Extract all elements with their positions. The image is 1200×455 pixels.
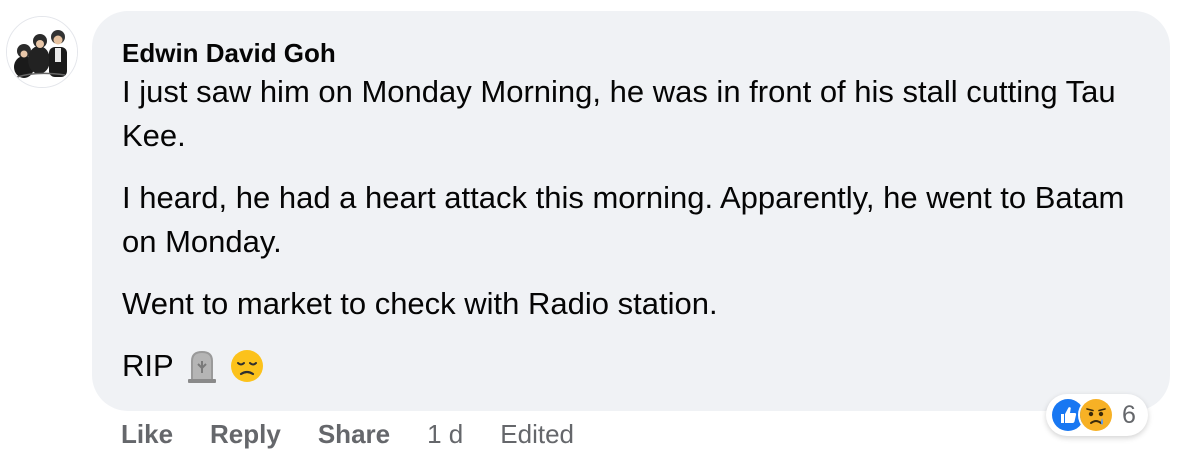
disappointed-face-emoji [230,349,264,383]
rip-text: RIP [122,348,174,383]
comment-body: I just saw him on Monday Morning, he was… [122,70,1140,388]
comment-paragraph: I just saw him on Monday Morning, he was… [122,74,1116,153]
sad-reaction-icon [1078,397,1114,433]
comment-paragraph: I heard, he had a heart attack this morn… [122,180,1125,259]
comment-paragraph-rip: RIP [122,344,1140,388]
comment-paragraph: Went to market to check with Radio stati… [122,286,718,321]
reaction-count: 6 [1122,400,1136,429]
comment-bubble: Edwin David Goh I just saw him on Monday… [92,11,1170,411]
edited-label[interactable]: Edited [500,417,574,451]
like-button[interactable]: Like [121,417,173,451]
comment-author[interactable]: Edwin David Goh [122,36,1140,70]
author-avatar[interactable] [6,16,78,88]
comment-timestamp[interactable]: 1 d [427,417,463,451]
comment-actions: Like Reply Share 1 d Edited [121,417,611,451]
reactions-summary[interactable]: 6 [1046,394,1148,436]
headstone-emoji [187,349,216,383]
avatar-photo [7,17,77,87]
reply-button[interactable]: Reply [210,417,281,451]
share-button[interactable]: Share [318,417,390,451]
